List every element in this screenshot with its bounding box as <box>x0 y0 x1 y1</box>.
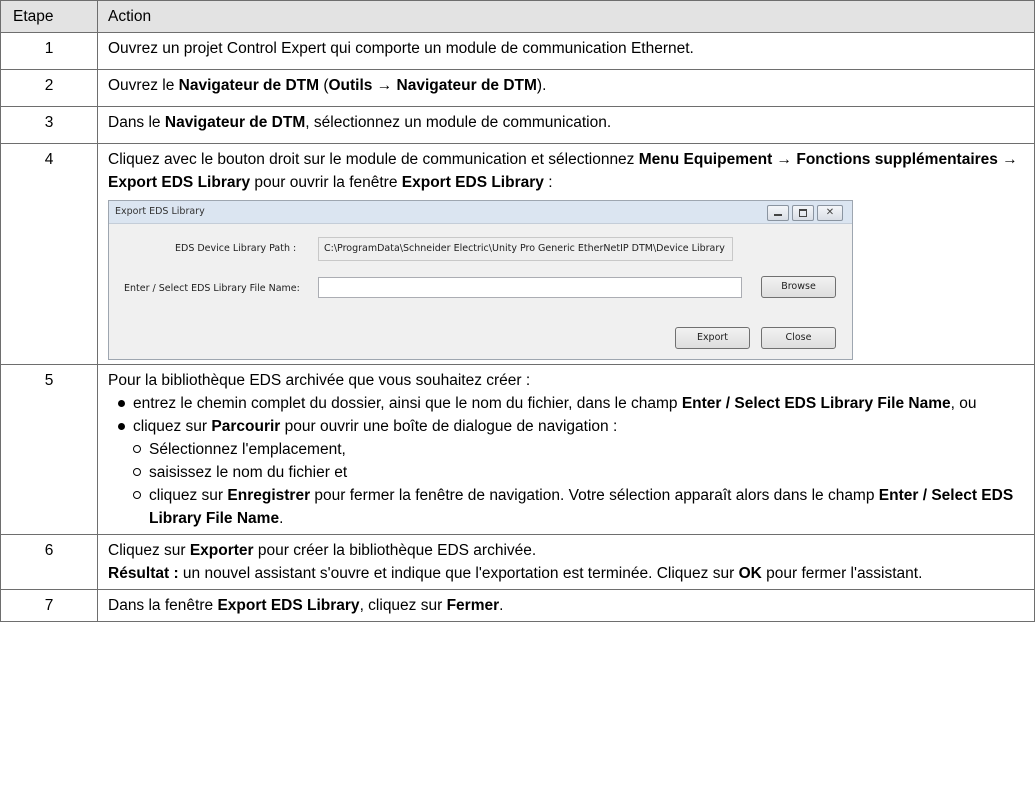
table-header-row: Etape Action <box>0 0 1035 33</box>
step-number: 1 <box>0 32 98 70</box>
list-item: saisissez le nom du fichier et <box>133 461 1024 484</box>
table-row: 1 Ouvrez un projet Control Expert qui co… <box>0 32 1035 70</box>
list-item: cliquez sur Parcourir pour ouvrir une bo… <box>118 415 1024 530</box>
step-number: 6 <box>0 534 98 590</box>
file-name-input[interactable] <box>318 277 742 298</box>
step-5-intro: Pour la bibliothèque EDS archivée que vo… <box>108 372 531 389</box>
table-row: 6 Cliquez sur Exporter pour créer la bib… <box>0 534 1035 590</box>
library-path-field: C:\ProgramData\Schneider Electric\Unity … <box>318 237 733 261</box>
table-row: 3 Dans le Navigateur de DTM, sélectionne… <box>0 106 1035 144</box>
table-row: 7 Dans la fenêtre Export EDS Library, cl… <box>0 589 1035 622</box>
dialog-title: Export EDS Library <box>115 206 205 217</box>
maximize-icon[interactable] <box>792 205 814 221</box>
file-name-label: Enter / Select EDS Library File Name: <box>124 283 300 294</box>
option-list: entrez le chemin complet du dossier, ain… <box>108 392 1024 530</box>
step-number: 3 <box>0 106 98 144</box>
minimize-icon[interactable] <box>767 205 789 221</box>
close-button[interactable]: Close <box>761 327 836 349</box>
library-path-label: EDS Device Library Path : <box>175 243 297 254</box>
step-action: Ouvrez un projet Control Expert qui comp… <box>97 32 1035 70</box>
table-row: 5 Pour la bibliothèque EDS archivée que … <box>0 364 1035 535</box>
header-step: Etape <box>0 0 98 33</box>
step-action: Dans la fenêtre Export EDS Library, cliq… <box>97 589 1035 622</box>
step-action: Cliquez avec le bouton droit sur le modu… <box>97 143 1035 365</box>
step-number: 5 <box>0 364 98 535</box>
step-6-result: Résultat : un nouvel assistant s'ouvre e… <box>108 565 923 582</box>
step-action: Ouvrez le Navigateur de DTM (Outils → Na… <box>97 69 1035 107</box>
header-action: Action <box>97 0 1035 33</box>
step-6-line-1: Cliquez sur Exporter pour créer la bibli… <box>108 542 537 559</box>
list-item: Sélectionnez l'emplacement, <box>133 438 1024 461</box>
step-number: 7 <box>0 589 98 622</box>
procedure-table: Etape Action 1 Ouvrez un projet Control … <box>0 0 1035 622</box>
table-row: 2 Ouvrez le Navigateur de DTM (Outils → … <box>0 69 1035 107</box>
export-eds-dialog: Export EDS Library ✕ EDS Device Library … <box>108 200 853 360</box>
step-action: Dans le Navigateur de DTM, sélectionnez … <box>97 106 1035 144</box>
step-number: 4 <box>0 143 98 365</box>
sub-list: Sélectionnez l'emplacement, saisissez le… <box>133 438 1024 530</box>
step-action: Pour la bibliothèque EDS archivée que vo… <box>97 364 1035 535</box>
dialog-title-bar: Export EDS Library ✕ <box>109 201 852 224</box>
list-item: cliquez sur Enregistrer pour fermer la f… <box>133 484 1024 530</box>
step-4-text: Cliquez avec le bouton droit sur le modu… <box>108 151 1018 191</box>
browse-button[interactable]: Browse <box>761 276 836 298</box>
close-icon[interactable]: ✕ <box>817 205 843 221</box>
table-row: 4 Cliquez avec le bouton droit sur le mo… <box>0 143 1035 365</box>
list-item: entrez le chemin complet du dossier, ain… <box>118 392 1024 415</box>
step-action: Cliquez sur Exporter pour créer la bibli… <box>97 534 1035 590</box>
export-button[interactable]: Export <box>675 327 750 349</box>
step-number: 2 <box>0 69 98 107</box>
